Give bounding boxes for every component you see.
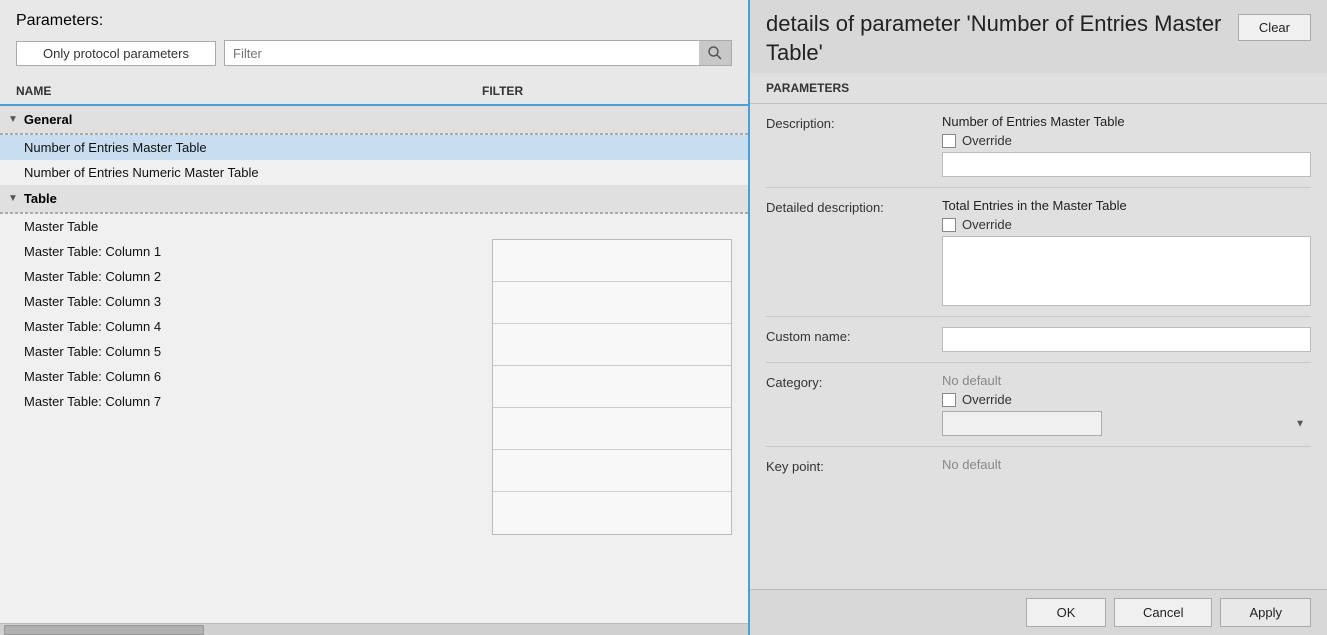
description-override-checkbox[interactable]	[942, 134, 956, 148]
right-panel: details of parameter 'Number of Entries …	[750, 0, 1327, 635]
clear-button[interactable]: Clear	[1238, 14, 1311, 41]
table-body: ▼ General Number of Entries Master Table…	[0, 106, 748, 623]
section-general-title: General	[24, 112, 72, 127]
description-override-label: Override	[962, 133, 1012, 148]
custom-name-value-area	[942, 327, 1311, 352]
custom-name-label: Custom name:	[766, 327, 926, 344]
h-scrollbar-thumb[interactable]	[4, 625, 204, 635]
detailed-desc-override-row: Override	[942, 217, 1311, 232]
list-item-master-table[interactable]: Master Table	[0, 214, 748, 239]
list-item-num-entries-numeric[interactable]: Number of Entries Numeric Master Table	[0, 160, 748, 185]
category-row: Category: No default Override ▼	[750, 363, 1327, 446]
apply-button[interactable]: Apply	[1220, 598, 1311, 627]
section-table-triangle: ▼	[8, 193, 18, 204]
cancel-button[interactable]: Cancel	[1114, 598, 1212, 627]
detailed-description-value: Total Entries in the Master Table	[942, 198, 1311, 213]
section-table-title: Table	[24, 191, 57, 206]
detailed-desc-override-checkbox[interactable]	[942, 218, 956, 232]
col-name-header: NAME	[16, 84, 482, 98]
key-point-value-area: No default	[942, 457, 1311, 472]
item-name-num-entries-master: Number of Entries Master Table	[24, 140, 482, 155]
col-filter-header: FILTER	[482, 84, 732, 98]
description-override-row: Override	[942, 133, 1311, 148]
horizontal-scrollbar[interactable]	[0, 623, 748, 635]
filter-dropdown[interactable]: Only protocol parameters	[16, 41, 216, 66]
key-point-row: Key point: No default	[750, 447, 1327, 484]
search-icon	[707, 45, 723, 61]
parameters-section: PARAMETERS Description: Number of Entrie…	[750, 73, 1327, 589]
detailed-desc-override-label: Override	[962, 217, 1012, 232]
category-override-row: Override	[942, 392, 1311, 407]
right-title: details of parameter 'Number of Entries …	[766, 10, 1238, 67]
category-label: Category:	[766, 373, 926, 390]
content-area: Parameters: Only protocol parameters	[0, 0, 1327, 635]
custom-name-row: Custom name:	[750, 317, 1327, 362]
item-name-num-entries-numeric: Number of Entries Numeric Master Table	[24, 165, 482, 180]
list-item-num-entries-master[interactable]: Number of Entries Master Table	[0, 135, 748, 160]
main-window: Parameters: Only protocol parameters	[0, 0, 1327, 635]
description-value: Number of Entries Master Table	[942, 114, 1311, 129]
section-general-triangle: ▼	[8, 114, 18, 125]
detailed-description-label: Detailed description:	[766, 198, 926, 215]
search-button[interactable]	[699, 41, 731, 65]
left-header: Parameters: Only protocol parameters	[0, 0, 748, 78]
custom-name-input[interactable]	[942, 327, 1311, 352]
select-arrow-icon: ▼	[1295, 418, 1305, 429]
parameters-title: Parameters:	[16, 12, 732, 30]
filter-input[interactable]	[225, 42, 699, 65]
category-no-default: No default	[942, 373, 1311, 388]
parameters-section-title: PARAMETERS	[750, 73, 1327, 104]
key-point-label: Key point:	[766, 457, 926, 474]
category-select-wrap: ▼	[942, 411, 1311, 436]
description-input[interactable]	[942, 152, 1311, 177]
key-point-no-default: No default	[942, 457, 1311, 472]
category-override-checkbox[interactable]	[942, 393, 956, 407]
description-value-area: Number of Entries Master Table Override	[942, 114, 1311, 177]
left-toolbar: Only protocol parameters	[16, 40, 732, 66]
ok-button[interactable]: OK	[1026, 598, 1106, 627]
item-name-master-table: Master Table	[24, 219, 482, 234]
bottom-bar: OK Cancel Apply	[750, 589, 1327, 635]
category-override-label: Override	[962, 392, 1012, 407]
section-general-header[interactable]: ▼ General	[0, 106, 748, 134]
filter-grid-visual	[492, 239, 732, 535]
category-select[interactable]	[942, 411, 1102, 436]
table-rows-with-filter: Master Table: Column 1 Master Table: Col…	[0, 239, 748, 414]
filter-search-box	[224, 40, 732, 66]
description-label: Description:	[766, 114, 926, 131]
detailed-description-value-area: Total Entries in the Master Table Overri…	[942, 198, 1311, 306]
category-value-area: No default Override ▼	[942, 373, 1311, 436]
detailed-description-textarea[interactable]	[942, 236, 1311, 306]
right-header: details of parameter 'Number of Entries …	[750, 0, 1327, 73]
left-panel: Parameters: Only protocol parameters	[0, 0, 750, 635]
description-row: Description: Number of Entries Master Ta…	[750, 104, 1327, 187]
detailed-description-row: Detailed description: Total Entries in t…	[750, 188, 1327, 316]
section-table-header[interactable]: ▼ Table	[0, 185, 748, 213]
table-header: NAME FILTER	[0, 78, 748, 106]
